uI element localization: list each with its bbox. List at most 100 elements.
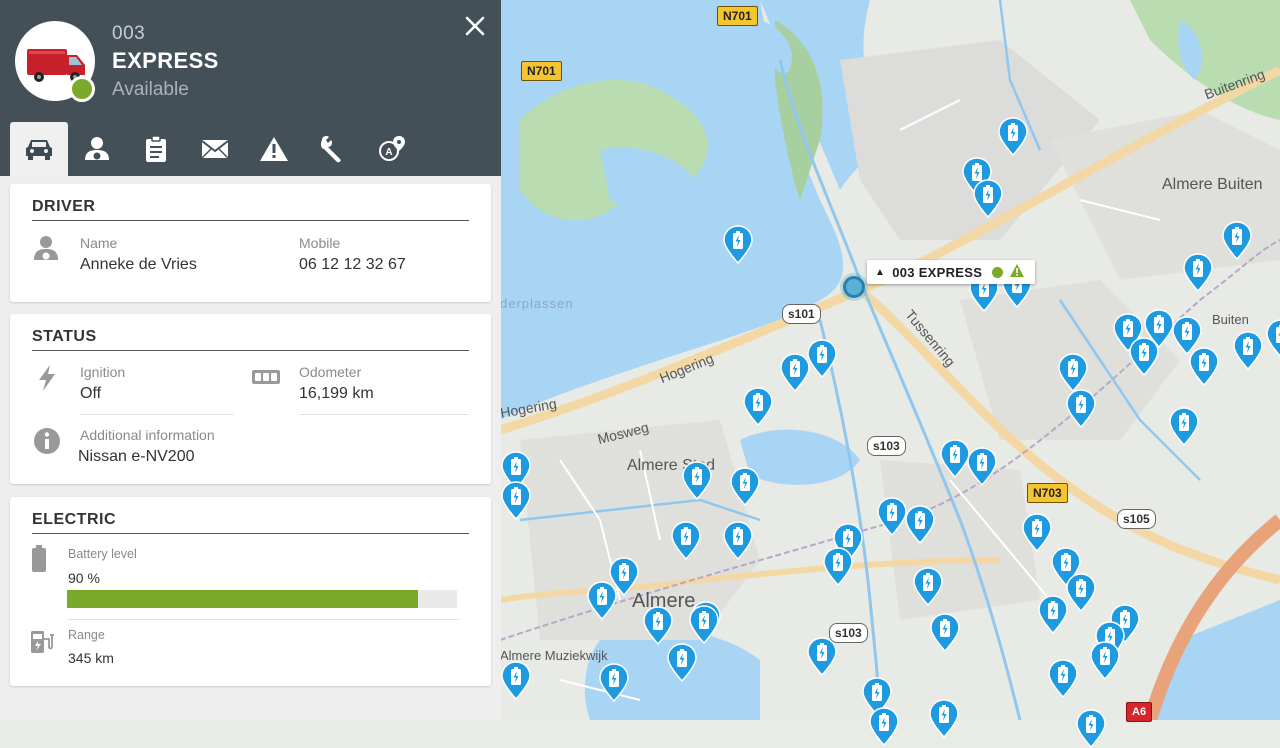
charging-station-pin[interactable] [972,178,1004,218]
charging-station-pin[interactable] [1168,406,1200,446]
range-value: 345 km [68,650,114,666]
charging-station-pin[interactable] [1057,352,1089,392]
charging-station-pin[interactable] [806,636,838,676]
vehicle-id: 003 [112,23,146,44]
charging-station-pin[interactable] [1232,330,1264,370]
battery-icon [32,545,46,572]
tab-address[interactable]: A [363,122,421,176]
divider [32,533,469,534]
charging-station-pin[interactable] [1128,336,1160,376]
area-label: derplassen [500,296,574,311]
charging-station-pin[interactable] [1065,572,1097,612]
driver-mobile-value[interactable]: 06 12 12 32 67 [299,256,406,274]
driver-mobile-label: Mobile [299,235,341,251]
charging-station-pin[interactable] [928,698,960,738]
charging-station-pin[interactable] [1037,594,1069,634]
charging-station-pin[interactable] [904,504,936,544]
charging-station-pin[interactable] [1221,220,1253,260]
vehicle-status: Available [112,79,189,100]
battery-level-value: 90 % [68,570,100,586]
ignition-label: Ignition [80,364,126,380]
charging-station-pin[interactable] [1188,346,1220,386]
road-shield: s103 [867,436,906,456]
status-card: STATUS Ignition Off Odometer 16,199 km A… [10,314,491,484]
tab-vehicle[interactable] [10,122,68,176]
charging-station-pin[interactable] [688,604,720,644]
charging-station-pin[interactable] [722,520,754,560]
driver-card-title: DRIVER [32,198,96,215]
electric-card: ELECTRIC Battery level 90 % Range 345 km [10,497,491,686]
status-dot-icon [992,266,1004,278]
charging-station-pin[interactable] [500,660,532,700]
tab-tasks[interactable] [127,122,185,176]
svg-text:A: A [385,147,392,158]
driver-name-label: Name [80,235,118,251]
range-label: Range [68,628,105,642]
charging-station-pin[interactable] [912,566,944,606]
direction-arrow-icon: ▲ [875,266,886,278]
charging-station-pin[interactable] [822,546,854,586]
charging-station-pin[interactable] [642,605,674,645]
area-label: Buiten [1212,312,1249,327]
divider [67,619,459,620]
status-card-title: STATUS [32,328,97,345]
driver-icon [85,137,109,160]
tab-messages[interactable] [186,122,244,176]
charging-station-pin[interactable] [598,662,630,702]
road-shield: s101 [782,304,821,324]
charging-station-pin[interactable] [997,116,1029,156]
charging-station-pin[interactable] [966,446,998,486]
additional-info-label: Additional information [80,427,215,443]
ignition-value: Off [80,385,102,402]
area-label: Almere Buiten [1162,176,1263,193]
vehicle-callout[interactable]: ▲ 003 EXPRESS [867,260,1036,284]
charging-station-pin[interactable] [670,520,702,560]
lightning-icon [39,365,55,391]
charging-station-pin[interactable] [1089,640,1121,680]
vehicle-marker[interactable] [843,276,865,298]
charging-station-pin[interactable] [1065,388,1097,428]
additional-info-value: Nissan e-NV200 [78,448,195,465]
divider [299,414,469,415]
charging-station-pin[interactable] [666,642,698,682]
battery-progress-fill [67,590,418,608]
divider [32,350,469,351]
charging-station-pin[interactable] [1047,658,1079,698]
clipboard-icon [146,135,166,162]
charging-station-pin[interactable] [1182,252,1214,292]
battery-progress-track [67,590,457,608]
tab-driver[interactable] [68,122,126,176]
road-shield: N701 [717,6,758,26]
charging-station-pin[interactable] [1075,708,1107,748]
charging-station-pin[interactable] [868,706,900,746]
vehicle-name: EXPRESS [112,48,219,73]
envelope-icon [201,140,229,159]
charging-station-pin[interactable] [779,352,811,392]
divider [32,220,469,221]
tab-maintenance[interactable] [304,122,362,176]
charging-station-pin[interactable] [681,460,713,500]
charging-station-pin[interactable] [722,224,754,264]
car-icon [26,140,52,160]
charging-station-pin[interactable] [929,612,961,652]
info-icon [34,428,60,454]
charging-station-pin[interactable] [586,580,618,620]
divider [80,414,234,415]
electric-card-title: ELECTRIC [32,511,116,528]
warning-icon [1009,263,1025,281]
charging-station-pin[interactable] [729,466,761,506]
road-shield: s105 [1117,509,1156,529]
close-button[interactable] [461,12,489,40]
tab-alerts[interactable] [245,122,303,176]
charging-station-pin[interactable] [1021,512,1053,552]
close-icon [465,16,485,36]
driver-name-value: Anneke de Vries [80,256,197,273]
charging-station-pin[interactable] [742,386,774,426]
driver-card: DRIVER Name Anneke de Vries Mobile 06 12… [10,184,491,302]
charging-station-pin[interactable] [1265,318,1280,358]
charging-station-pin[interactable] [500,480,532,520]
odometer-label: Odometer [299,364,362,380]
road-shield: A6 [1126,702,1153,722]
odometer-value: 16,199 km [299,385,374,402]
road-shield: N703 [1027,483,1068,503]
